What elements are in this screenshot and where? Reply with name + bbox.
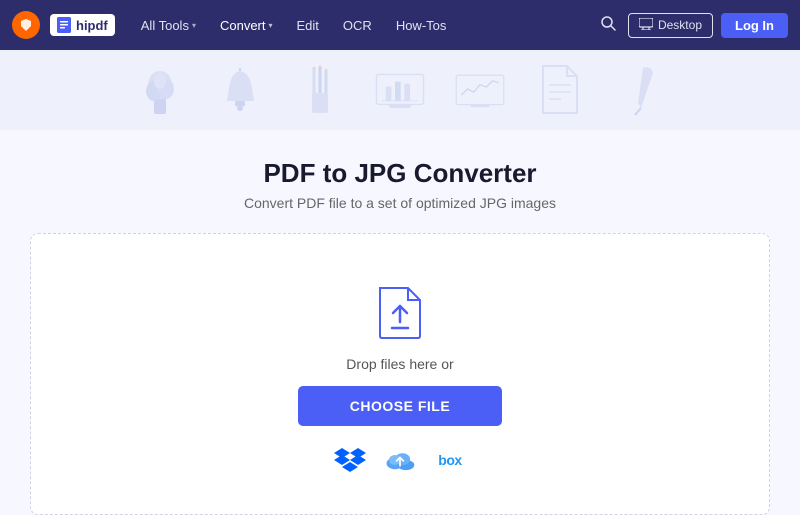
hipdf-logo[interactable]: hipdf <box>50 14 115 36</box>
chevron-down-icon: ▾ <box>192 21 196 30</box>
page-title: PDF to JPG Converter <box>263 158 536 189</box>
search-icon[interactable] <box>596 11 620 40</box>
wondershare-brand <box>12 11 40 39</box>
desktop-icon <box>639 18 653 33</box>
pencilpot-illustration <box>295 63 345 118</box>
desktop-button[interactable]: Desktop <box>628 13 713 38</box>
wondershare-logo <box>12 11 40 39</box>
login-button[interactable]: Log In <box>721 13 788 38</box>
hipdf-logo-icon <box>57 17 71 33</box>
drop-text: Drop files here or <box>346 356 453 372</box>
nav-how-tos[interactable]: How-Tos <box>386 12 457 39</box>
nav-convert[interactable]: Convert ▾ <box>210 12 283 39</box>
document-illustration <box>535 63 585 118</box>
choose-file-button[interactable]: CHOOSE FILE <box>298 386 502 426</box>
chevron-down-icon: ▾ <box>269 21 273 30</box>
dropzone[interactable]: Drop files here or CHOOSE FILE <box>30 233 770 515</box>
main-content: PDF to JPG Converter Convert PDF file to… <box>0 130 800 515</box>
hero-banner <box>0 50 800 130</box>
navbar: hipdf All Tools ▾ Convert ▾ Edit OCR How… <box>0 0 800 50</box>
nav-ocr[interactable]: OCR <box>333 12 382 39</box>
pen-illustration <box>615 63 665 118</box>
cloud-icons: box <box>334 446 466 474</box>
box-icon[interactable]: box <box>434 446 466 474</box>
page-subtitle: Convert PDF file to a set of optimized J… <box>244 195 556 211</box>
nav-right: Desktop Log In <box>596 11 788 40</box>
bell-illustration <box>215 63 265 118</box>
nav-edit[interactable]: Edit <box>287 12 329 39</box>
linechart-illustration <box>455 63 505 118</box>
hero-illustrations <box>135 63 665 118</box>
nav-items: All Tools ▾ Convert ▾ Edit OCR How-Tos <box>131 12 596 39</box>
upload-icon <box>374 284 426 342</box>
barchart-illustration <box>375 63 425 118</box>
nav-all-tools[interactable]: All Tools ▾ <box>131 12 206 39</box>
plant-illustration <box>135 63 185 118</box>
hipdf-logo-text: hipdf <box>76 18 108 33</box>
onedrive-icon[interactable] <box>384 446 416 474</box>
dropbox-icon[interactable] <box>334 446 366 474</box>
